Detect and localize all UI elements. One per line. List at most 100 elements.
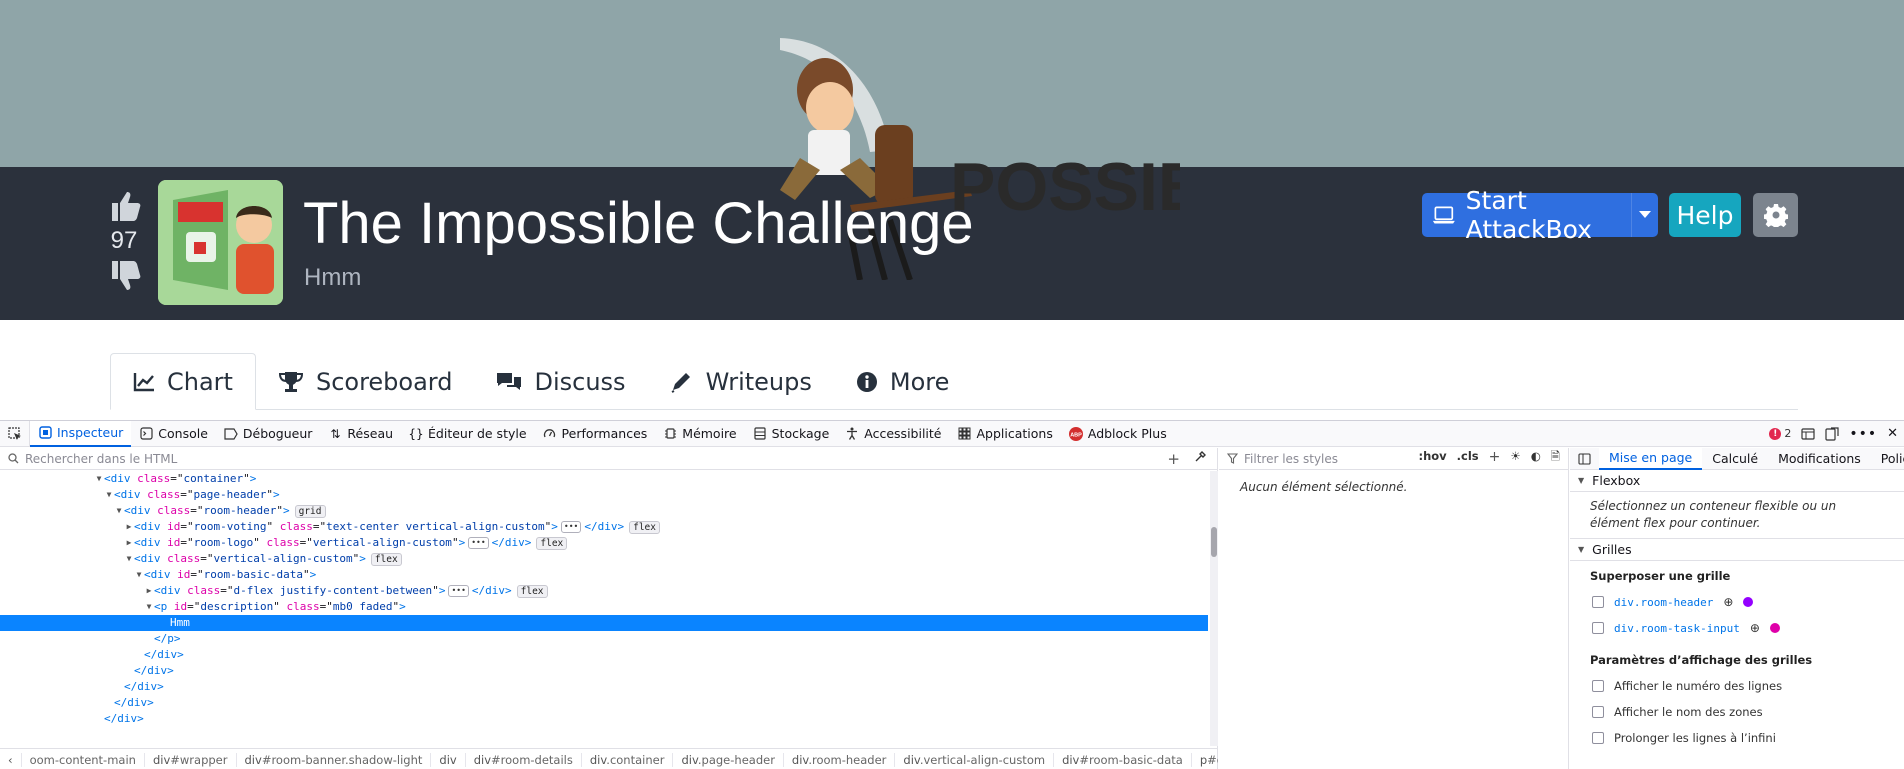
grids-section-header[interactable]: ▼ Grilles xyxy=(1570,539,1904,561)
attr-name[interactable]: id xyxy=(167,519,180,535)
cls-toggle[interactable]: .cls xyxy=(1457,449,1479,468)
markup-node[interactable]: </div> xyxy=(0,679,1208,695)
markup-node[interactable]: ▶ < div class =" d-flex justify-content-betw… xyxy=(0,583,1208,599)
expanded-twisty-icon[interactable]: ▼ xyxy=(124,551,134,567)
devtools-tab-storage[interactable]: Stockage xyxy=(745,421,838,447)
html-search-input[interactable]: Rechercher dans le HTML xyxy=(25,452,177,466)
attr-name[interactable]: class xyxy=(147,487,180,503)
markup-node[interactable]: ▼ < div class =" page-header " > xyxy=(0,487,1208,503)
collapsed-twisty-icon[interactable]: ▶ xyxy=(144,583,154,599)
devtools-tab-network[interactable]: ⇅ Réseau xyxy=(320,421,401,447)
text-node[interactable]: Hmm xyxy=(164,615,190,631)
breadcrumb-item[interactable]: div xyxy=(431,752,466,767)
breadcrumb-item[interactable]: div#wrapper xyxy=(145,752,237,767)
element-picker-button[interactable] xyxy=(0,420,30,447)
markup-node[interactable]: </div> xyxy=(0,711,1208,727)
attr-name[interactable]: class xyxy=(157,503,190,519)
dock-toggle-icon[interactable] xyxy=(1825,426,1839,441)
grid-overlay-checkbox[interactable] xyxy=(1592,596,1604,608)
expanded-twisty-icon[interactable]: ▼ xyxy=(134,567,144,583)
collapsed-content-ellipsis[interactable]: ••• xyxy=(468,537,489,549)
attr-name[interactable]: class xyxy=(187,583,220,599)
collapsed-twisty-icon[interactable]: ▶ xyxy=(124,519,134,535)
grid-overlay-item[interactable]: div.room-task-input ⊕ xyxy=(1570,615,1904,641)
close-icon[interactable]: ✕ xyxy=(1887,426,1898,441)
attr-name[interactable]: id xyxy=(177,567,190,583)
highlight-node-icon[interactable]: ⊕ xyxy=(1723,595,1733,609)
breadcrumb-item[interactable]: div.page-header xyxy=(673,752,784,767)
grid-badge[interactable]: grid xyxy=(294,504,326,518)
tab-computed[interactable]: Calculé xyxy=(1702,448,1768,470)
grid-color-swatch[interactable] xyxy=(1769,623,1780,633)
attr-value[interactable]: mb0 faded xyxy=(333,599,393,615)
markup-node[interactable]: </div> xyxy=(0,695,1208,711)
attr-value[interactable]: room-voting xyxy=(194,519,267,535)
settings-button[interactable] xyxy=(1753,193,1798,237)
attr-name[interactable]: class xyxy=(167,551,200,567)
grid-color-swatch[interactable] xyxy=(1743,597,1754,607)
attr-value[interactable]: vertical-align-custom xyxy=(313,535,452,551)
tab-changes[interactable]: Modifications xyxy=(1768,448,1871,470)
devtools-tab-console[interactable]: Console xyxy=(131,421,216,447)
grid-element-name[interactable]: div.room-header xyxy=(1614,596,1713,609)
flex-badge[interactable]: flex xyxy=(370,552,402,566)
expanded-twisty-icon[interactable]: ▼ xyxy=(144,599,154,615)
grid-overlay-checkbox[interactable] xyxy=(1592,622,1604,634)
dark-theme-icon[interactable]: ◐ xyxy=(1531,449,1541,468)
breadcrumb-item[interactable]: p#description.mb0.faded xyxy=(1192,753,1218,767)
markup-node[interactable]: ▶ < div id =" room-logo " class =" vertical-ali… xyxy=(0,535,1208,551)
breadcrumb-item[interactable]: oom-content-main xyxy=(22,752,145,767)
html-search-bar[interactable]: Rechercher dans le HTML + xyxy=(0,448,1217,470)
attr-value[interactable]: description xyxy=(200,599,273,615)
markup-node[interactable]: ▼ < p id =" description " class =" mb0 faded " > xyxy=(0,599,1208,615)
more-options-icon[interactable]: ••• xyxy=(1849,426,1877,442)
flex-badge[interactable]: flex xyxy=(536,536,568,550)
sidebar-toggle-icon[interactable] xyxy=(1570,448,1599,470)
attr-name[interactable]: id xyxy=(167,535,180,551)
tab-more[interactable]: More xyxy=(834,353,972,410)
flex-badge[interactable]: flex xyxy=(516,584,548,598)
collapsed-content-ellipsis[interactable]: ••• xyxy=(448,585,469,597)
light-theme-icon[interactable]: ☀ xyxy=(1510,449,1520,468)
attr-value[interactable]: d-flex justify-content-between xyxy=(234,583,433,599)
start-attackbox-button[interactable]: Start AttackBox xyxy=(1422,186,1658,244)
option-checkbox[interactable] xyxy=(1592,732,1604,744)
markup-node[interactable]: ▶ < div id =" room-voting " class =" text-cente… xyxy=(0,519,1208,535)
markup-scrollbar[interactable] xyxy=(1210,471,1218,746)
devtools-tab-memory[interactable]: Mémoire xyxy=(655,421,744,447)
markup-node[interactable]: ▼ < div class =" vertical-align-custom " > flex xyxy=(0,551,1208,567)
attr-value[interactable]: room-header xyxy=(204,503,277,519)
grid-element-name[interactable]: div.room-task-input xyxy=(1614,622,1740,635)
devtools-tab-style-editor[interactable]: {} Éditeur de style xyxy=(401,421,535,447)
attackbox-dropdown-toggle[interactable] xyxy=(1630,193,1658,237)
attr-name[interactable]: class xyxy=(286,599,319,615)
breadcrumb-item[interactable]: div.vertical-align-custom xyxy=(895,752,1055,767)
attr-name[interactable]: id xyxy=(174,599,187,615)
breadcrumb-scroll-left[interactable]: ‹ xyxy=(0,752,22,767)
grid-option-area-names[interactable]: Afficher le nom des zones xyxy=(1570,699,1904,725)
attr-value[interactable]: room-basic-data xyxy=(204,567,303,583)
devtools-tab-performance[interactable]: Performances xyxy=(535,421,656,447)
add-rule-icon[interactable]: + xyxy=(1489,449,1501,468)
tab-writeups[interactable]: Writeups xyxy=(648,353,834,410)
tab-layout[interactable]: Mise en page xyxy=(1599,447,1703,470)
eyedropper-icon[interactable] xyxy=(1194,450,1207,463)
responsive-design-icon[interactable] xyxy=(1801,427,1815,440)
devtools-tab-inspector[interactable]: Inspecteur xyxy=(30,420,132,447)
markup-node[interactable]: </p> xyxy=(0,631,1208,647)
grid-option-extend-lines[interactable]: Prolonger les lignes à l’infini xyxy=(1570,725,1904,751)
hov-toggle[interactable]: :hov xyxy=(1418,449,1446,468)
attr-value[interactable]: page-header xyxy=(194,487,267,503)
breadcrumb-item[interactable]: div#room-details xyxy=(466,752,582,767)
tab-scoreboard[interactable]: Scoreboard xyxy=(256,353,475,410)
flexbox-section-header[interactable]: ▼ Flexbox xyxy=(1570,470,1904,492)
styles-filter-input[interactable]: Filtrer les styles xyxy=(1244,452,1338,466)
markup-node[interactable]: </div> xyxy=(0,663,1208,679)
option-checkbox[interactable] xyxy=(1592,706,1604,718)
breadcrumb-item[interactable]: div.room-header xyxy=(784,752,896,767)
collapsed-content-ellipsis[interactable]: ••• xyxy=(560,521,582,533)
grid-option-line-numbers[interactable]: Afficher le numéro des lignes xyxy=(1570,673,1904,699)
tab-fonts[interactable]: Polices xyxy=(1871,448,1904,470)
expanded-twisty-icon[interactable]: ▼ xyxy=(104,487,114,503)
thumbs-up-icon[interactable] xyxy=(104,188,144,224)
